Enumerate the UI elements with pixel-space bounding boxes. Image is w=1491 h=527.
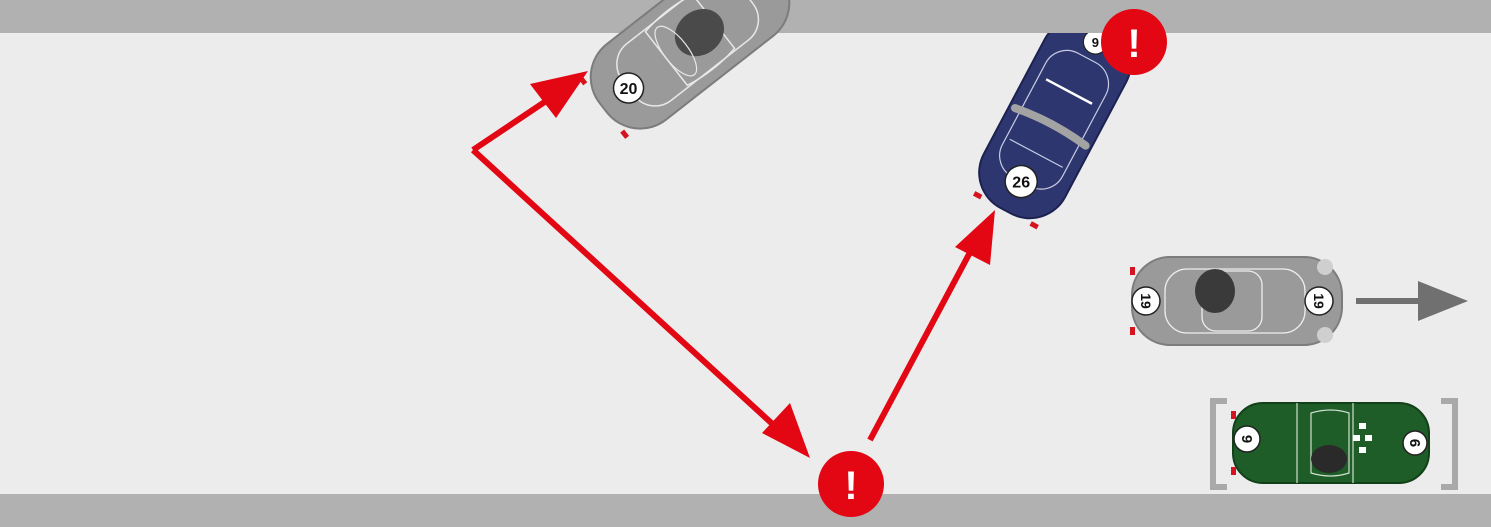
warning-top-icon: !: [1101, 9, 1167, 75]
car-19-rear-number: 19: [1311, 293, 1327, 309]
trajectory-arrows: [470, 92, 978, 443]
car-9-number: 9: [1238, 435, 1255, 443]
car-9-rear-number: 9: [1407, 439, 1424, 447]
car-26-number: 26: [1012, 175, 1030, 192]
track-diagram: 20 26 9 19 19 9 9 ! !: [0, 0, 1491, 527]
svg-text:!: !: [1127, 22, 1140, 66]
svg-text:!: !: [844, 464, 857, 508]
warning-bottom-icon: !: [818, 451, 884, 517]
car-9: 9 9: [1231, 402, 1430, 484]
car-19-number: 19: [1138, 293, 1154, 309]
bottom-barrier: [0, 494, 1491, 527]
arrowhead-to-car-26: [955, 210, 995, 265]
car-26-rear-number: 9: [1092, 35, 1099, 50]
arrowhead-to-wall: [762, 403, 810, 458]
car-19: 19 19: [1130, 256, 1343, 346]
path-segment-1: [471, 92, 557, 153]
direction-arrow: [1356, 281, 1468, 321]
path-segment-2: [470, 147, 793, 443]
car-20-number: 20: [620, 81, 638, 98]
path-segment-3: [867, 241, 978, 442]
arrowhead-to-car-20: [530, 71, 588, 118]
